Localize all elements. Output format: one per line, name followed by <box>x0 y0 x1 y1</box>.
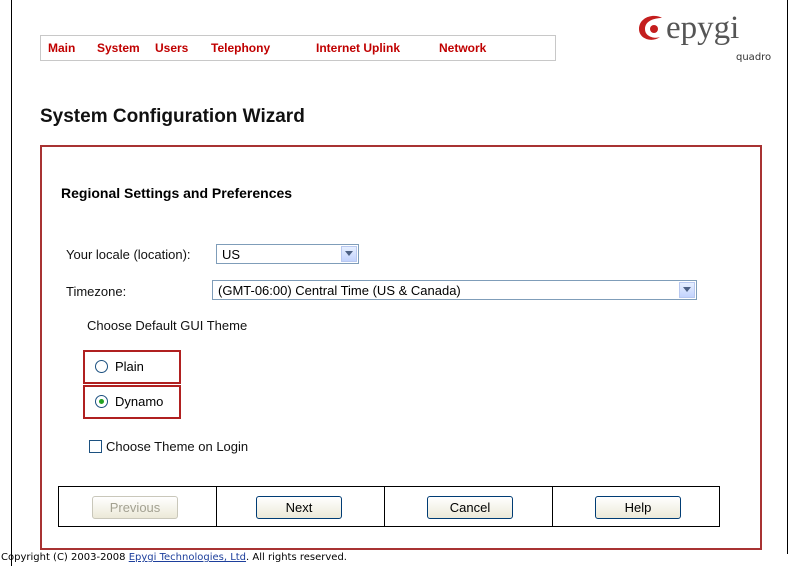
dynamo-radio-label: Dynamo <box>115 394 164 409</box>
button-cell-divider <box>384 487 385 526</box>
help-button[interactable]: Help <box>595 496 681 519</box>
copyright-suffix: . All rights reserved. <box>246 552 347 563</box>
theme-heading: Choose Default GUI Theme <box>87 318 248 333</box>
theme-option-dynamo[interactable]: Dynamo <box>83 385 181 419</box>
wizard-button-bar: Previous Next Cancel Help <box>58 486 720 527</box>
chevron-down-icon[interactable] <box>679 282 695 298</box>
choose-theme-on-login-label[interactable]: Choose Theme on Login <box>106 439 248 454</box>
section-title: Regional Settings and Preferences <box>61 185 293 201</box>
locale-select-value: US <box>222 247 241 262</box>
company-link[interactable]: Epygi Technologies, Ltd <box>129 552 246 563</box>
epygi-logo: epygi quadro <box>636 10 776 80</box>
left-frame-border <box>11 0 12 566</box>
copyright-prefix: Copyright (C) 2003-2008 <box>1 552 129 563</box>
logo-swoosh-icon <box>639 15 662 40</box>
button-cell-divider <box>216 487 217 526</box>
top-menu-bar: Main System Users Telephony Internet Upl… <box>40 35 556 61</box>
menu-item-users[interactable]: Users <box>155 41 188 55</box>
theme-option-plain[interactable]: Plain <box>83 350 181 384</box>
choose-theme-on-login-checkbox[interactable] <box>89 440 102 453</box>
timezone-label: Timezone: <box>66 284 127 299</box>
locale-label: Your locale (location): <box>66 247 191 262</box>
menu-item-internet-uplink[interactable]: Internet Uplink <box>316 41 400 55</box>
locale-select[interactable]: US <box>216 244 359 264</box>
dynamo-radio[interactable] <box>95 395 108 408</box>
logo-wordmark: epygi <box>666 10 740 46</box>
plain-radio-label: Plain <box>115 359 144 374</box>
page-title: System Configuration Wizard <box>40 106 305 127</box>
right-frame-border <box>787 0 788 554</box>
menu-item-system[interactable]: System <box>97 41 140 55</box>
menu-item-network[interactable]: Network <box>439 41 486 55</box>
cancel-button[interactable]: Cancel <box>427 496 513 519</box>
plain-radio[interactable] <box>95 360 108 373</box>
copyright-footer: Copyright (C) 2003-2008 Epygi Technologi… <box>1 552 347 563</box>
menu-item-main[interactable]: Main <box>48 41 75 55</box>
menu-item-telephony[interactable]: Telephony <box>211 41 270 55</box>
chevron-down-icon[interactable] <box>341 246 357 262</box>
radio-selected-dot <box>99 399 104 404</box>
logo-subtitle: quadro <box>736 52 772 63</box>
timezone-select[interactable]: (GMT-06:00) Central Time (US & Canada) <box>212 280 697 300</box>
timezone-select-value: (GMT-06:00) Central Time (US & Canada) <box>218 283 461 298</box>
button-cell-divider <box>552 487 553 526</box>
next-button[interactable]: Next <box>256 496 342 519</box>
previous-button[interactable]: Previous <box>92 496 178 519</box>
